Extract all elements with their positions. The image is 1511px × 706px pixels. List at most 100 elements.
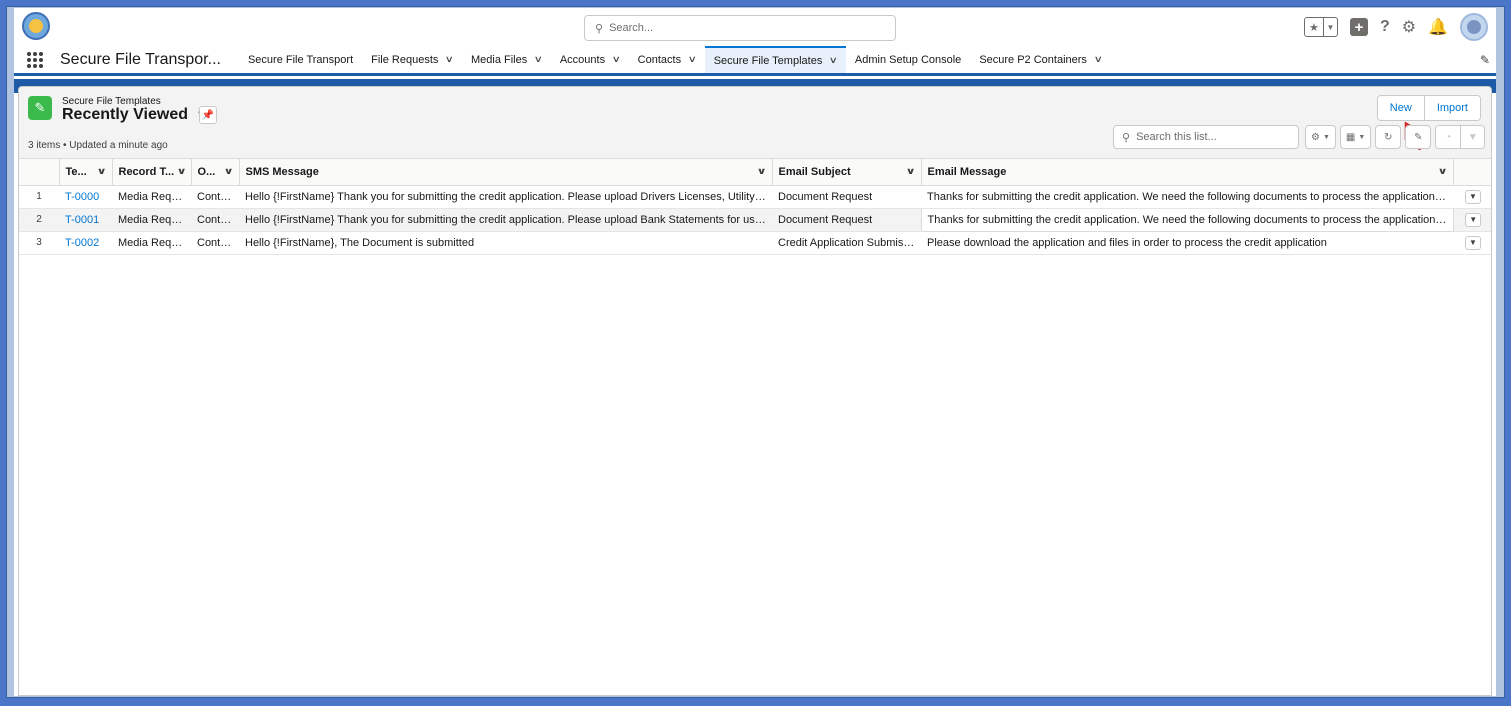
record-type-cell: Media Reque... <box>112 208 191 232</box>
object-cell: Contact <box>191 231 239 255</box>
nav-tab-admin-setup-console[interactable]: Admin Setup Console <box>846 46 970 73</box>
nav-tab-label: Media Files <box>470 53 528 66</box>
nav-tab-label: Secure P2 Containers <box>979 53 1087 66</box>
refresh-icon[interactable]: ↻ <box>1375 125 1402 149</box>
table-row[interactable]: 3 T-0002 Media Reque... Contact Hello {!Firs… <box>19 231 1491 255</box>
nav-tab-secure-file-transport[interactable]: Secure File Transport <box>239 46 362 73</box>
favorites-dropdown-icon[interactable]: ▼ <box>1322 18 1337 36</box>
sms-message-cell: Hello {!FirstName} Thank you for submitt… <box>239 208 772 232</box>
user-avatar[interactable] <box>1460 13 1488 41</box>
list-meta-status: 3 items • Updated a minute ago <box>28 140 168 151</box>
notifications-bell-icon[interactable]: 🔔 <box>1428 17 1448 37</box>
favorites-star-icon[interactable]: ★ <box>1305 18 1323 36</box>
column-header-object[interactable]: O... ∨ <box>190 159 239 186</box>
nav-tab-secure-p2-containers[interactable]: Secure P2 Containers ∨ <box>970 46 1110 73</box>
app-launcher-icon[interactable] <box>14 46 56 73</box>
global-header: ⚲ Search... ★ ▼ + ? ⚙ 🔔 <box>14 8 1496 46</box>
chevron-down-icon[interactable]: ∨ <box>445 54 454 65</box>
email-message-cell: Thanks for submitting the credit applica… <box>920 207 1454 232</box>
list-view-header: ✎ Secure File Templates Recently Viewed … <box>19 87 1491 159</box>
email-subject-cell: Document Request <box>772 185 921 209</box>
column-header-email-message[interactable]: Email Message ∨ <box>920 159 1453 186</box>
chevron-down-icon[interactable]: ∨ <box>177 166 187 177</box>
row-actions-header <box>1452 159 1491 186</box>
list-view-selector[interactable]: Recently Viewed ▼ <box>62 106 207 124</box>
object-cell: Contact <box>191 185 239 209</box>
row-action-dropdown-icon[interactable]: ▼ <box>1465 189 1481 204</box>
edit-nav-pencil-icon[interactable]: ✎ <box>1480 46 1496 73</box>
nav-tab-label: Secure File Transport <box>247 53 354 66</box>
nav-tab-accounts[interactable]: Accounts ∨ <box>551 46 629 73</box>
template-name-link[interactable]: T-0002 <box>59 231 112 255</box>
nav-tab-contacts[interactable]: Contacts ∨ <box>629 46 705 73</box>
org-logo[interactable] <box>22 12 50 40</box>
list-view-toolbar: ⚙ ▼ ▦ ▼ ↻ ✎ ◔ ▼ <box>1305 125 1486 149</box>
record-type-cell: Media Reque... <box>112 231 191 255</box>
app-name: Secure File Transpor... <box>60 50 221 68</box>
row-action-dropdown-icon[interactable]: ▼ <box>1465 212 1482 227</box>
chevron-down-icon[interactable]: ∨ <box>534 54 543 65</box>
list-view-name: Recently Viewed <box>62 106 188 123</box>
chart-filter-group: ◔ ▼ <box>1435 125 1486 149</box>
email-subject-cell: Document Request <box>772 208 921 232</box>
global-search-input[interactable]: ⚲ Search... <box>584 15 896 41</box>
nav-tab-file-requests[interactable]: File Requests ∨ <box>362 46 462 73</box>
chart-icon[interactable]: ◔ <box>1436 126 1461 148</box>
row-number: 1 <box>19 185 59 209</box>
global-actions-plus-icon[interactable]: + <box>1349 18 1368 36</box>
chevron-down-icon[interactable]: ∨ <box>97 166 107 177</box>
template-name-link[interactable]: T-0000 <box>59 185 112 209</box>
global-search-placeholder: Search... <box>609 22 654 34</box>
records-table: Te... ∨ Record T... ∨ O... ∨ SMS Message ∨ E… <box>19 159 1491 255</box>
import-button[interactable]: Import <box>1423 96 1480 120</box>
setup-gear-icon[interactable]: ⚙ <box>1402 17 1416 37</box>
filter-icon[interactable]: ▼ <box>1460 126 1485 148</box>
table-row[interactable]: 1 T-0000 Media Reque... Contact Hello {!Firs… <box>19 185 1491 209</box>
row-number: 2 <box>19 208 59 232</box>
chevron-down-icon[interactable]: ∨ <box>757 166 767 177</box>
row-action-dropdown-icon[interactable]: ▼ <box>1465 235 1481 250</box>
column-header-sms-message[interactable]: SMS Message ∨ <box>238 159 772 186</box>
email-message-cell: Please download the application and file… <box>921 231 1453 255</box>
column-header-email-subject[interactable]: Email Subject ∨ <box>771 159 921 186</box>
list-search-input[interactable]: ⚲ Search this list... <box>1113 125 1299 149</box>
help-icon[interactable]: ? <box>1380 18 1390 36</box>
row-number: 3 <box>19 231 59 255</box>
new-button[interactable]: New <box>1377 96 1424 120</box>
object-cell: Contact <box>191 208 239 232</box>
chevron-down-icon[interactable]: ∨ <box>829 55 838 66</box>
list-search-placeholder: Search this list... <box>1136 131 1217 143</box>
nav-tab-secure-file-templates[interactable]: Secure File Templates ∨ <box>704 46 846 73</box>
column-header-template-name[interactable]: Te... ∨ <box>58 159 112 186</box>
display-as-table-icon[interactable]: ▦ ▼ <box>1339 125 1372 149</box>
template-object-icon: ✎ <box>28 96 52 120</box>
row-actions-cell: ▼ <box>1453 185 1491 209</box>
favorites-button[interactable]: ★ ▼ <box>1303 17 1338 37</box>
nav-tab-label: Accounts <box>559 53 606 66</box>
nav-tab-label: Admin Setup Console <box>854 53 962 66</box>
chevron-down-icon[interactable]: ∨ <box>1094 54 1103 65</box>
edit-list-pencil-icon[interactable]: ✎ <box>1405 125 1432 149</box>
search-icon: ⚲ <box>595 22 604 35</box>
pin-list-view-icon[interactable]: 📌 <box>199 106 217 124</box>
header-utility-icons: ★ ▼ + ? ⚙ 🔔 <box>1303 13 1488 41</box>
row-actions-cell: ▼ <box>1453 231 1491 255</box>
nav-tab-label: Contacts <box>637 53 682 66</box>
table-header-row: Te... ∨ Record T... ∨ O... ∨ SMS Message ∨ E… <box>19 159 1491 186</box>
table-row[interactable]: 2 T-0001 Media Reque... Contact Hello {!Firs… <box>19 207 1491 232</box>
chevron-down-icon[interactable]: ∨ <box>688 54 697 65</box>
list-settings-gear-icon[interactable]: ⚙ ▼ <box>1305 125 1336 149</box>
search-icon: ⚲ <box>1122 131 1131 144</box>
chevron-down-icon[interactable]: ∨ <box>224 166 234 177</box>
chevron-down-icon[interactable]: ∨ <box>1438 166 1448 177</box>
row-actions-cell: ▼ <box>1453 208 1491 232</box>
chevron-down-icon[interactable]: ∨ <box>906 166 916 177</box>
email-subject-cell: Credit Application Submissio... <box>772 231 921 255</box>
chevron-down-icon[interactable]: ∨ <box>612 54 621 65</box>
template-name-link[interactable]: T-0001 <box>59 208 112 232</box>
column-header-record-type[interactable]: Record T... ∨ <box>111 159 191 186</box>
list-action-buttons: New Import <box>1376 95 1481 121</box>
email-message-cell: Thanks for submitting the credit applica… <box>921 185 1453 209</box>
nav-tab-label: Secure File Templates <box>713 54 823 67</box>
nav-tab-media-files[interactable]: Media Files ∨ <box>462 46 551 73</box>
